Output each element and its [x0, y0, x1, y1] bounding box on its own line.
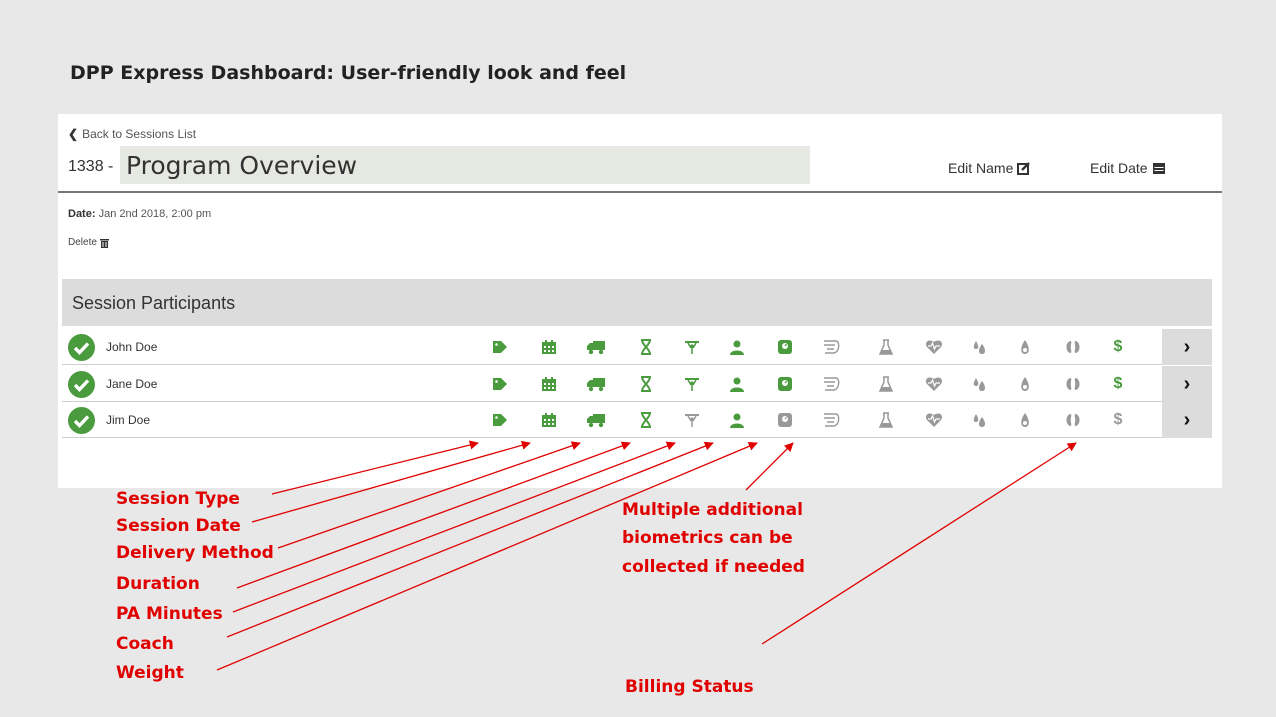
- label-biometrics-1: Multiple additional: [622, 500, 803, 520]
- label-billing-status: Billing Status: [625, 677, 754, 697]
- label-biometrics-3: collected if needed: [622, 557, 805, 577]
- label-coach: Coach: [116, 634, 174, 654]
- label-duration: Duration: [116, 574, 200, 594]
- label-biometrics-2: biometrics can be: [622, 528, 793, 548]
- arrow-duration: [236, 441, 631, 589]
- arrow-session-date: [251, 440, 531, 523]
- label-session-date: Session Date: [116, 516, 241, 536]
- label-pa-minutes: PA Minutes: [116, 604, 223, 624]
- arrow-pa-minutes: [232, 441, 676, 613]
- label-session-type: Session Type: [116, 489, 240, 509]
- arrow-billing: [761, 442, 1077, 645]
- label-weight: Weight: [116, 663, 184, 683]
- arrow-biometrics: [745, 442, 794, 491]
- arrow-session-type: [271, 440, 479, 495]
- arrow-delivery-method: [277, 441, 581, 549]
- label-delivery-method: Delivery Method: [116, 543, 274, 563]
